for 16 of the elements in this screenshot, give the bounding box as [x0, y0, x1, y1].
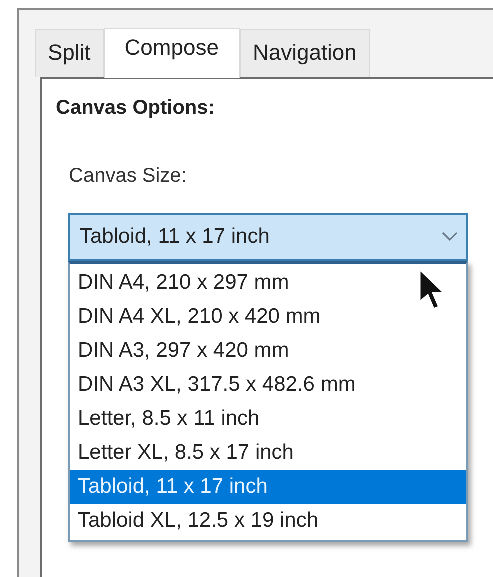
chevron-down-icon	[442, 232, 458, 242]
dropdown-option[interactable]: DIN A4, 210 x 297 mm	[70, 266, 466, 300]
dropdown-option[interactable]: DIN A4 XL, 210 x 420 mm	[70, 300, 466, 334]
canvas-size-dropdown[interactable]: Tabloid, 11 x 17 inch	[68, 213, 468, 261]
dropdown-option[interactable]: Tabloid, 11 x 17 inch	[70, 470, 466, 504]
tab[interactable]: Navigation	[240, 29, 370, 77]
dropdown-option[interactable]: Letter XL, 8.5 x 17 inch	[70, 436, 466, 470]
field-label: Canvas Size:	[69, 164, 188, 189]
dropdown-option[interactable]: Letter, 8.5 x 11 inch	[70, 402, 466, 436]
dropdown-value: Tabloid, 11 x 17 inch	[80, 224, 270, 250]
dropdown-option[interactable]: Tabloid XL, 12.5 x 19 inch	[70, 504, 466, 538]
tab[interactable]: Split	[35, 29, 104, 77]
dropdown-option[interactable]: DIN A3 XL, 317.5 x 482.6 mm	[70, 368, 466, 402]
section-title: Canvas Options:	[56, 96, 216, 121]
tab[interactable]: Compose	[104, 28, 240, 78]
dropdown-option[interactable]: DIN A3, 297 x 420 mm	[70, 334, 466, 368]
